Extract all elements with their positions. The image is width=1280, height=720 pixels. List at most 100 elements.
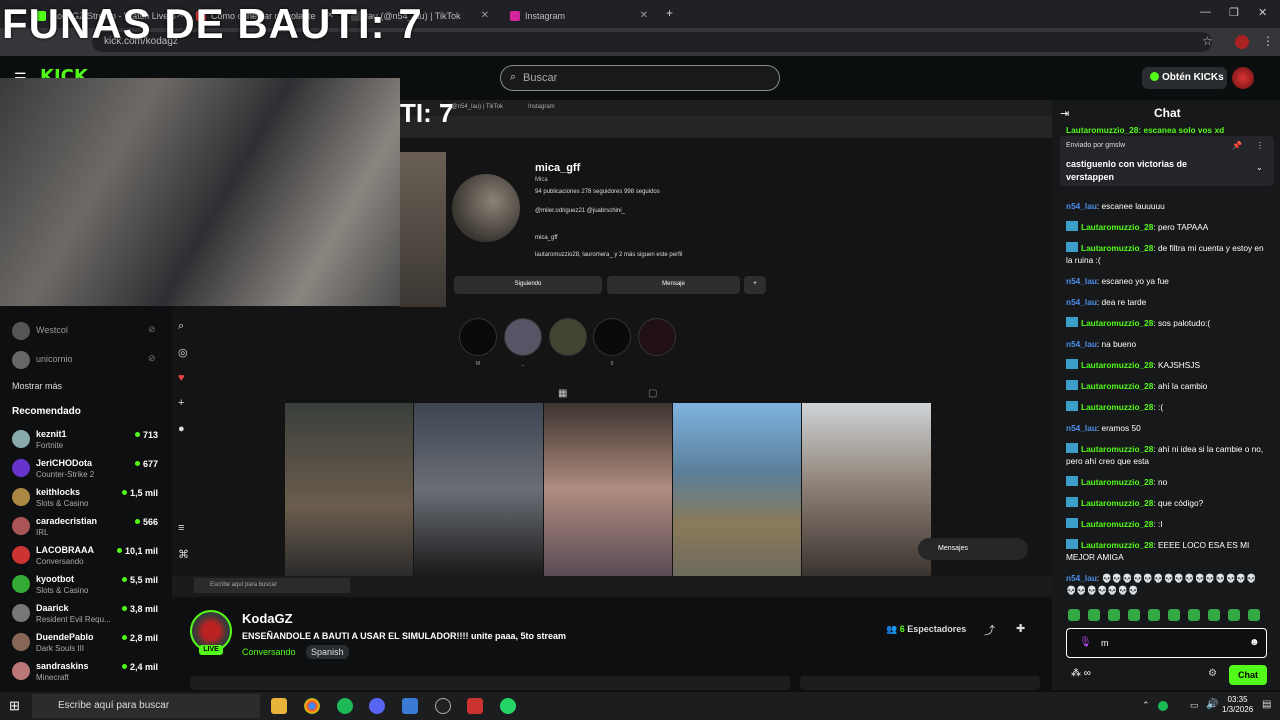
chat-username[interactable]: Lautaromuzzio_28 — [1081, 540, 1153, 550]
sidebar-item-unicornio[interactable]: unicornio ⊘ — [12, 349, 162, 377]
windows-start-icon[interactable]: ⊞ — [9, 698, 20, 714]
store-icon[interactable] — [402, 698, 418, 714]
restore-icon[interactable]: ❐ — [1229, 6, 1239, 19]
user-avatar[interactable] — [1232, 67, 1254, 89]
menu-lines-icon[interactable]: ≡ — [178, 522, 184, 534]
plus-icon[interactable]: + — [178, 397, 184, 409]
emote-icon[interactable] — [1248, 609, 1260, 621]
follow-icon[interactable]: ✚ — [1016, 622, 1025, 635]
language-tag[interactable]: Spanish — [306, 645, 349, 659]
chat-message: Lautaromuzzio_28: ahí la cambio — [1066, 380, 1266, 392]
file-explorer-icon[interactable] — [271, 698, 287, 714]
chat-username[interactable]: n54_lau — [1066, 201, 1097, 211]
story-highlight — [504, 318, 542, 356]
profile-stats: 94 publicaciones 278 seguidores 998 segu… — [535, 189, 660, 195]
chat-username[interactable]: n54_lau — [1066, 297, 1097, 307]
close-tab-icon[interactable]: ✕ — [640, 10, 648, 21]
chat-username[interactable]: Lautaromuzzio_28 — [1081, 360, 1153, 370]
volume-icon[interactable]: 🔊 — [1206, 699, 1218, 710]
emote-icon[interactable] — [1168, 609, 1180, 621]
new-tab-button[interactable]: + — [666, 6, 673, 20]
sidebar-item-westcol[interactable]: Westcol ⊘ — [12, 320, 162, 348]
steering-wheel-app-icon[interactable] — [435, 698, 451, 714]
share-icon[interactable]: ⤴ — [984, 622, 995, 638]
sidebar-item-kyootbot[interactable]: kyootbot Slots & Casino 5,5 mil — [12, 573, 162, 601]
network-icon[interactable]: ▭ — [1190, 700, 1199, 711]
tray-chevron-icon[interactable]: ⌃ — [1142, 700, 1150, 711]
sidebar-item-daarick[interactable]: Daarick Resident Evil Requ... 3,8 mil — [12, 602, 162, 630]
chat-username[interactable]: Lautaromuzzio_28 — [1081, 222, 1153, 232]
taskbar-clock[interactable]: 03:35 1/3/2026 — [1222, 695, 1253, 715]
webcam-feed-secondary — [400, 152, 446, 307]
chat-username[interactable]: n54_lau — [1066, 573, 1097, 583]
chat-username[interactable]: n54_lau — [1066, 276, 1097, 286]
pin-icon[interactable]: 📌 — [1232, 141, 1242, 150]
chrome-icon[interactable] — [304, 698, 320, 714]
whatsapp-icon[interactable] — [500, 698, 516, 714]
app-icon[interactable] — [467, 698, 483, 714]
emote-icon[interactable] — [1068, 609, 1080, 621]
minimize-icon[interactable]: — — [1200, 6, 1211, 18]
sidebar-item-keznit1[interactable]: keznit1 Fortnite 713 — [12, 428, 162, 456]
chat-username[interactable]: Lautaromuzzio_28 — [1081, 243, 1153, 253]
chat-username[interactable]: Lautaromuzzio_28 — [1081, 498, 1153, 508]
tab-instagram[interactable]: Instagram ✕ — [504, 4, 654, 28]
chat-username[interactable]: Lautaromuzzio_28 — [1081, 519, 1153, 529]
story-highlight — [593, 318, 631, 356]
tray-spotify-icon[interactable] — [1158, 701, 1168, 711]
chat-username[interactable]: n54_lau — [1066, 423, 1097, 433]
streamer-name[interactable]: KodaGZ — [242, 611, 293, 626]
expand-icon[interactable]: ⌄ — [1256, 163, 1263, 172]
sidebar-item-jerichodota[interactable]: JeriCHODota Counter-Strike 2 677 — [12, 457, 162, 485]
stream-title: ENSEÑANDOLE A BAUTI A USAR EL SIMULADOR!… — [242, 631, 567, 641]
close-tab-icon[interactable]: ✕ — [481, 10, 489, 21]
chat-username[interactable]: Lautaromuzzio_28 — [1081, 477, 1153, 487]
settings-icon[interactable]: ⚙ — [1208, 668, 1217, 679]
sitemap-icon[interactable]: ⌘ — [178, 548, 189, 561]
chat-input[interactable]: 🎙 m ☻ — [1066, 628, 1267, 658]
spotify-icon[interactable] — [337, 698, 353, 714]
emote-icon[interactable] — [1188, 609, 1200, 621]
notifications-icon[interactable]: ▤ — [1262, 699, 1271, 710]
compass-icon[interactable]: ◎ — [178, 346, 188, 359]
emoji-icon[interactable]: ☻ — [1249, 637, 1260, 648]
emote-icon[interactable] — [1108, 609, 1120, 621]
browser-menu-icon[interactable]: ⋮ — [1262, 34, 1274, 48]
stream-category[interactable]: Conversando — [242, 647, 296, 657]
sidebar-item-keithlocks[interactable]: keithlocks Slots & Casino 1,5 mil — [12, 486, 162, 514]
emote-icon[interactable] — [1088, 609, 1100, 621]
sidebar-item-caradecristian[interactable]: caradecristian IRL 566 — [12, 515, 162, 543]
emote-icon[interactable] — [1228, 609, 1240, 621]
sidebar-item-duendepablo[interactable]: DuendePablo Dark Souls III 2,8 mil — [12, 631, 162, 659]
points-display[interactable]: ⁂ ∞ — [1071, 668, 1091, 679]
chat-username[interactable]: Lautaromuzzio_28 — [1081, 444, 1153, 454]
subscriber-badge-icon — [1066, 518, 1078, 528]
chat-username[interactable]: n54_lau — [1066, 339, 1097, 349]
chat-username[interactable]: Lautaromuzzio_28 — [1081, 318, 1153, 328]
more-icon[interactable]: ⋮ — [1256, 141, 1264, 150]
search-input[interactable]: ⌕ Buscar — [500, 65, 780, 91]
taskbar-search[interactable]: Escribe aquí para buscar — [32, 694, 260, 718]
search-icon[interactable]: ⌕ — [178, 320, 184, 333]
microphone-icon[interactable]: 🎙 — [1079, 637, 1092, 648]
chat-text: escaneo yo ya fue — [1101, 276, 1169, 286]
show-more-link[interactable]: Mostrar más — [12, 381, 62, 391]
chat-message: Lautaromuzzio_28: EEEE LOCO ESA ES MI ME… — [1066, 539, 1250, 562]
emote-icon[interactable] — [1208, 609, 1220, 621]
chat-username[interactable]: Lautaromuzzio_28 — [1081, 381, 1153, 391]
emote-icon[interactable] — [1148, 609, 1160, 621]
profile-icon[interactable] — [1235, 35, 1249, 49]
discord-icon[interactable] — [369, 698, 385, 714]
collapse-chat-icon[interactable]: ⇥ — [1060, 107, 1069, 120]
profile-circle-icon[interactable]: ● — [178, 423, 185, 435]
get-kicks-button[interactable]: Obtén KICKs — [1142, 67, 1227, 89]
emote-icon[interactable] — [1128, 609, 1140, 621]
heart-icon[interactable]: ♥ — [178, 372, 185, 384]
sidebar-item-sandraskins[interactable]: sandraskins Minecraft 2,4 mil — [12, 660, 162, 688]
sidebar-item-lacobraaa[interactable]: LACOBRAAA Conversando 10,1 mil — [12, 544, 162, 572]
send-chat-button[interactable]: Chat — [1229, 665, 1267, 685]
close-window-icon[interactable]: ✕ — [1258, 6, 1267, 19]
chat-username[interactable]: Lautaromuzzio_28 — [1081, 402, 1153, 412]
bookmark-star-icon[interactable]: ☆ — [1202, 34, 1213, 48]
pinned-message: Enviado por gmslw 📌 ⋮ castiguenlo con vi… — [1060, 136, 1274, 186]
